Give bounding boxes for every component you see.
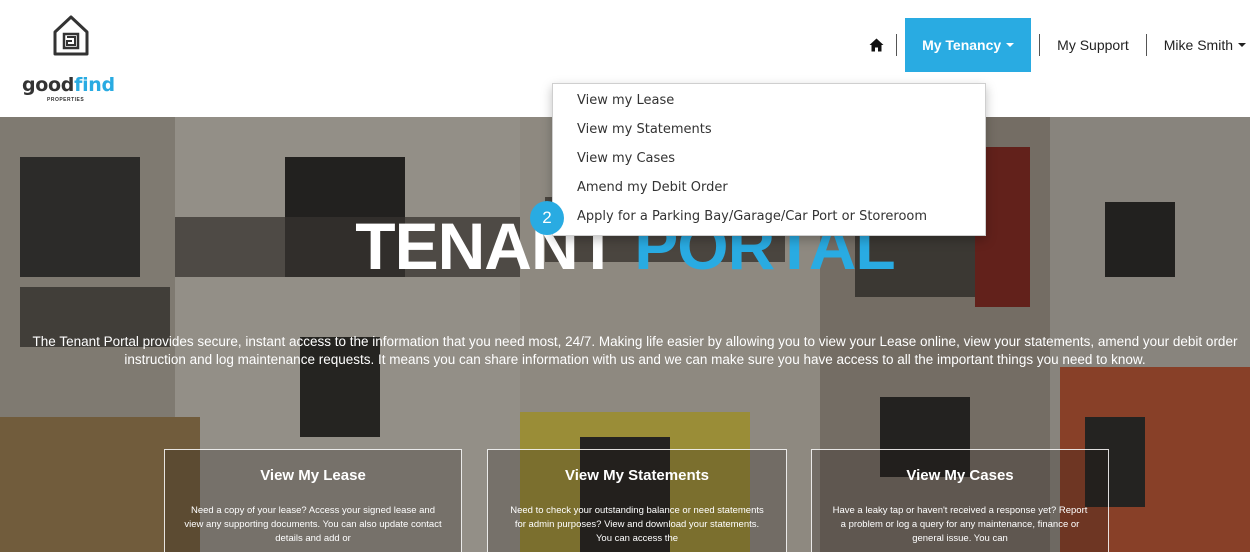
nav-my-tenancy-label: My Tenancy (922, 37, 1002, 53)
chevron-down-icon (1006, 43, 1015, 47)
step-number-badge: 2 (530, 201, 564, 235)
nav-divider (896, 34, 898, 56)
main-nav: My Tenancy My Support Mike Smith (860, 18, 1250, 72)
logo-subtitle: PROPERTIES (47, 97, 85, 103)
user-name: Mike Smith (1163, 37, 1233, 53)
house-logo-icon (53, 15, 89, 56)
menu-item-view-cases[interactable]: View my Cases (553, 149, 985, 178)
menu-item-amend-debit-order[interactable]: Amend my Debit Order (553, 178, 985, 207)
card-view-my-cases[interactable]: View My Cases Have a leaky tap or haven'… (811, 449, 1109, 552)
hero-description: The Tenant Portal provides secure, insta… (32, 334, 1238, 367)
my-tenancy-dropdown: View my Lease View my Statements View my… (552, 83, 986, 236)
card-text: Have a leaky tap or haven't received a r… (832, 505, 1088, 544)
card-title: View My Cases (906, 467, 1014, 484)
card-view-my-lease[interactable]: View My Lease Need a copy of your lease?… (164, 449, 462, 552)
nav-home[interactable] (860, 18, 892, 72)
goodfind-logo[interactable]: goodfind PROPERTIES (22, 14, 122, 104)
home-icon (869, 38, 884, 52)
nav-user-menu[interactable]: Mike Smith (1147, 18, 1250, 72)
nav-my-support[interactable]: My Support (1040, 18, 1146, 72)
nav-my-tenancy[interactable]: My Tenancy (905, 18, 1032, 72)
card-title: View My Lease (260, 467, 366, 484)
menu-item-view-lease[interactable]: View my Lease (553, 91, 985, 120)
card-view-my-statements[interactable]: View My Statements Need to check your ou… (487, 449, 787, 552)
logo-wordmark: goodfind (22, 74, 115, 96)
card-title: View My Statements (565, 467, 709, 484)
menu-item-apply-parking[interactable]: Apply for a Parking Bay/Garage/Car Port … (553, 207, 985, 236)
card-text: Need to check your outstanding balance o… (510, 505, 764, 544)
chevron-down-icon (1238, 43, 1246, 47)
card-text: Need a copy of your lease? Access your s… (184, 505, 442, 544)
nav-my-support-label: My Support (1057, 37, 1129, 53)
menu-item-view-statements[interactable]: View my Statements (553, 120, 985, 149)
